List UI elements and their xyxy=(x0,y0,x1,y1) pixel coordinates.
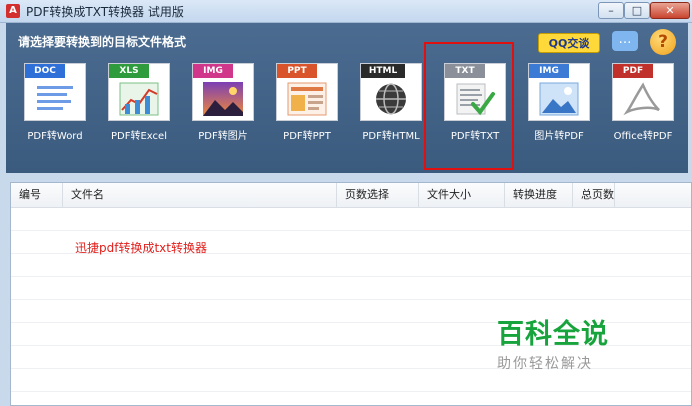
file-list-header: 编号 文件名 页数选择 文件大小 转换进度 总页数 xyxy=(11,183,691,208)
watermark-title: 百科全说 xyxy=(497,319,609,350)
watermark: 百科全说 助你轻松解决 xyxy=(497,312,647,373)
selection-highlight xyxy=(424,42,514,170)
document-lines-icon xyxy=(37,86,73,110)
table-row xyxy=(11,207,691,231)
acrobat-icon xyxy=(623,82,660,116)
column-header-progress[interactable]: 转换进度 xyxy=(505,183,573,207)
format-tag: IMG xyxy=(193,64,233,78)
img-file-icon: IMG xyxy=(528,63,590,121)
format-tag: HTML xyxy=(361,64,405,78)
pdf-file-icon: PDF xyxy=(612,63,674,121)
format-tag: DOC xyxy=(25,64,65,78)
qq-chat-button[interactable]: QQ交谈 xyxy=(538,33,600,53)
spreadsheet-chart-icon xyxy=(119,82,159,116)
format-toolbar: 请选择要转换到的目标文件格式 QQ交谈 … ? DOC PDF转Word XLS… xyxy=(6,23,688,173)
button-label: PDF转PPT xyxy=(283,131,331,142)
office-to-pdf-button[interactable]: PDF Office转PDF xyxy=(608,61,678,143)
column-header-total-pages[interactable]: 总页数 xyxy=(573,183,615,207)
pdf-to-ppt-button[interactable]: PPT PDF转PPT xyxy=(272,61,342,143)
column-header-file-size[interactable]: 文件大小 xyxy=(419,183,505,207)
image-to-pdf-button[interactable]: IMG 图片转PDF xyxy=(524,61,594,143)
pdf-to-image-button[interactable]: IMG PDF转图片 xyxy=(188,61,258,143)
format-tag: PPT xyxy=(277,64,317,78)
column-header-filename[interactable]: 文件名 xyxy=(63,183,337,207)
format-tag: IMG xyxy=(529,64,569,78)
html-file-icon: HTML xyxy=(360,63,422,121)
app-icon: A xyxy=(6,4,20,18)
column-header-page-select[interactable]: 页数选择 xyxy=(337,183,419,207)
help-icon[interactable]: ? xyxy=(650,29,676,55)
doc-file-icon: DOC xyxy=(24,63,86,121)
close-button[interactable]: ✕ xyxy=(650,2,690,19)
toolbar-title: 请选择要转换到的目标文件格式 xyxy=(18,35,187,49)
button-label: PDF转HTML xyxy=(362,131,420,142)
xls-file-icon: XLS xyxy=(108,63,170,121)
window-title: PDF转换成TXT转换器 试用版 xyxy=(26,5,184,19)
presentation-slide-icon xyxy=(287,82,327,116)
format-tag: XLS xyxy=(109,64,149,78)
minimize-button[interactable]: – xyxy=(598,2,624,19)
format-tag: PDF xyxy=(613,64,653,78)
column-header-number[interactable]: 编号 xyxy=(11,183,63,207)
chat-icon[interactable]: … xyxy=(612,31,638,51)
title-bar: A PDF转换成TXT转换器 试用版 – □ ✕ xyxy=(0,0,692,23)
picture-icon xyxy=(539,82,579,116)
landscape-photo-icon xyxy=(203,82,243,116)
button-label: PDF转Excel xyxy=(111,131,167,142)
button-label: PDF转Word xyxy=(27,131,83,142)
button-label: PDF转图片 xyxy=(198,131,248,142)
table-row xyxy=(11,276,691,300)
globe-icon xyxy=(376,83,406,115)
promo-text: 迅捷pdf转换成txt转换器 xyxy=(75,241,207,255)
pdf-to-excel-button[interactable]: XLS PDF转Excel xyxy=(104,61,174,143)
table-row xyxy=(11,253,691,277)
img-file-icon: IMG xyxy=(192,63,254,121)
pdf-to-word-button[interactable]: DOC PDF转Word xyxy=(20,61,90,143)
button-label: Office转PDF xyxy=(613,131,673,142)
maximize-button[interactable]: □ xyxy=(624,2,650,19)
watermark-subtitle: 助你轻松解决 xyxy=(497,356,593,372)
ppt-file-icon: PPT xyxy=(276,63,338,121)
button-label: 图片转PDF xyxy=(534,131,584,142)
pdf-to-html-button[interactable]: HTML PDF转HTML xyxy=(356,61,426,143)
